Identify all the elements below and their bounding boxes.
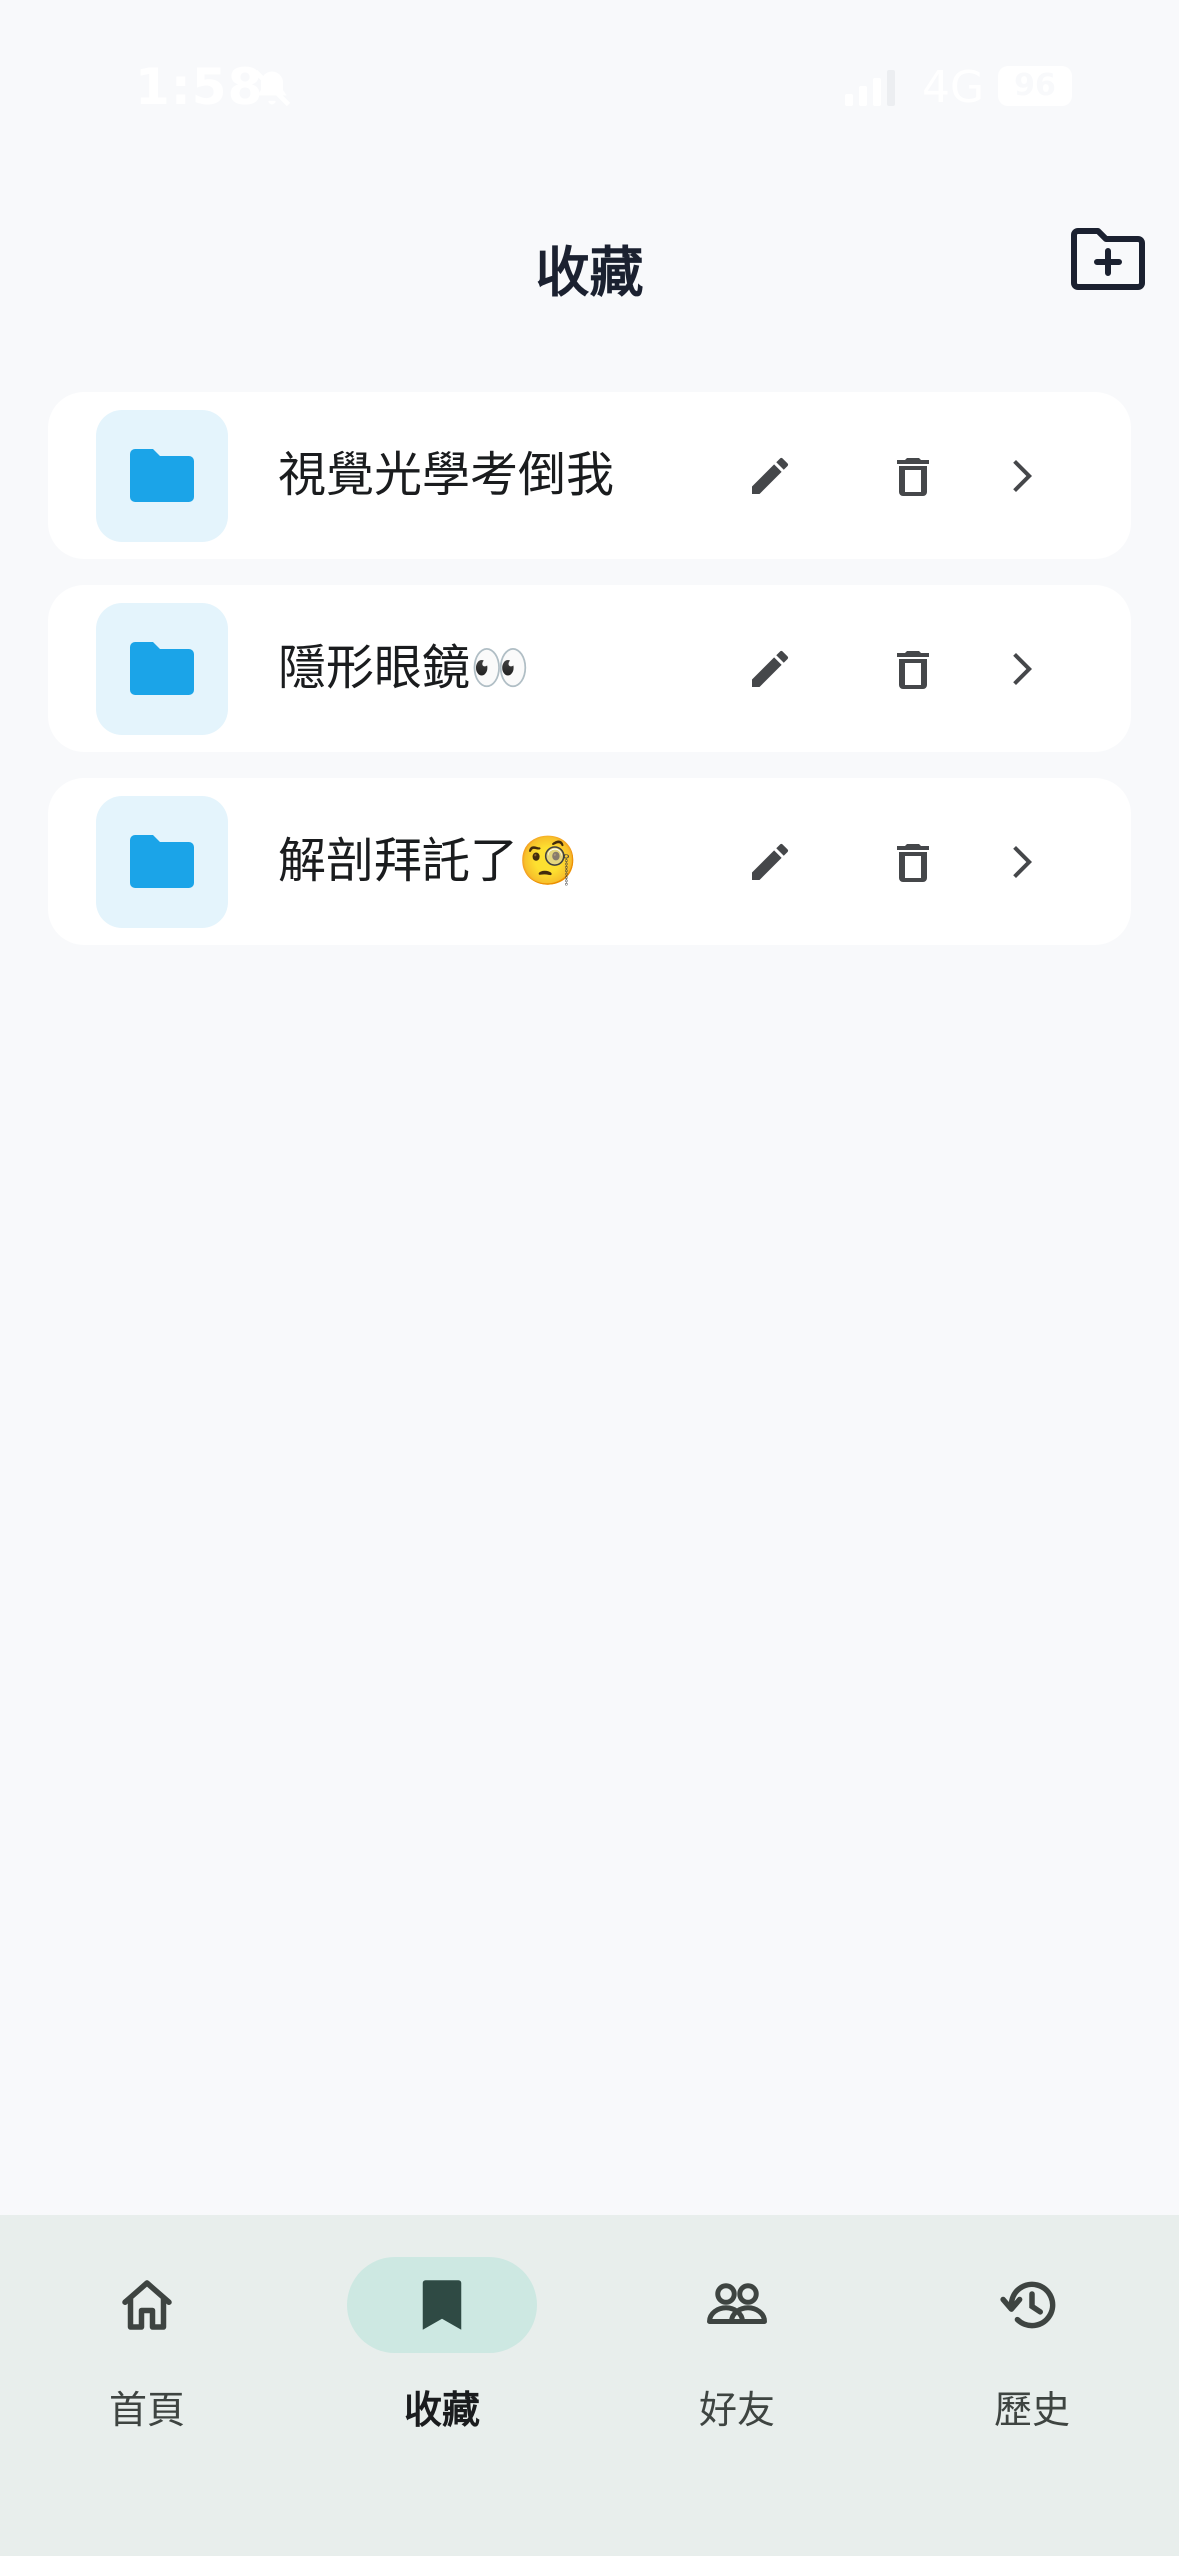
home-icon — [122, 2280, 172, 2330]
history-icon — [1000, 2281, 1056, 2329]
edit-button[interactable] — [728, 627, 812, 711]
nav-icon-container — [937, 2257, 1127, 2353]
friends-icon — [707, 2283, 767, 2324]
delete-button[interactable] — [871, 820, 955, 904]
open-folder-button[interactable] — [978, 627, 1062, 711]
nav-item-history[interactable]: 歷史 — [912, 2257, 1152, 2457]
trash-icon — [897, 458, 929, 496]
open-folder-button[interactable] — [978, 434, 1062, 518]
folder-icon — [130, 642, 194, 695]
folder-list: 視覺光學考倒我 隱形眼鏡👀 解剖拜託了🧐 — [48, 392, 1131, 971]
battery-indicator: 96 — [998, 66, 1072, 106]
folder-name: 解剖拜託了🧐 — [278, 833, 578, 889]
delete-button[interactable] — [871, 627, 955, 711]
folder-thumbnail — [96, 410, 228, 542]
chevron-right-icon — [1013, 653, 1032, 685]
page-title: 收藏 — [535, 241, 644, 304]
folder-thumbnail — [96, 603, 228, 735]
nav-item-favorites[interactable]: 收藏 — [322, 2257, 562, 2457]
chevron-right-icon — [1013, 460, 1032, 492]
nav-icon-container — [347, 2257, 537, 2353]
delete-button[interactable] — [871, 434, 955, 518]
pencil-icon — [752, 650, 789, 687]
nav-item-friends[interactable]: 好友 — [617, 2257, 857, 2457]
nav-icon-container — [642, 2257, 832, 2353]
folder-item[interactable]: 視覺光學考倒我 — [48, 392, 1131, 559]
status-time: 1:58 — [135, 58, 264, 116]
open-folder-button[interactable] — [978, 820, 1062, 904]
nav-label: 收藏 — [403, 2388, 480, 2432]
bookmark-icon — [422, 2280, 462, 2330]
signal-icon — [845, 70, 895, 106]
trash-icon — [897, 651, 929, 689]
chevron-right-icon — [1013, 846, 1032, 878]
folder-item[interactable]: 隱形眼鏡👀 — [48, 585, 1131, 752]
add-folder-button[interactable] — [1068, 225, 1148, 295]
nav-label: 首頁 — [108, 2388, 185, 2432]
edit-button[interactable] — [728, 434, 812, 518]
nav-label: 歷史 — [993, 2388, 1070, 2432]
edit-button[interactable] — [728, 820, 812, 904]
nav-label: 好友 — [698, 2388, 775, 2432]
folder-plus-icon — [1071, 228, 1145, 290]
network-type: 4G — [922, 62, 985, 113]
folder-thumbnail — [96, 796, 228, 928]
status-bar: 1:58 4G 96 — [0, 0, 1179, 150]
folder-name: 隱形眼鏡👀 — [278, 640, 530, 696]
nav-icon-container — [52, 2257, 242, 2353]
folder-item[interactable]: 解剖拜託了🧐 — [48, 778, 1131, 945]
trash-icon — [897, 844, 929, 882]
folder-name: 視覺光學考倒我 — [278, 447, 615, 503]
pencil-icon — [752, 843, 789, 880]
folder-icon — [130, 835, 194, 888]
bottom-navigation: 首頁 收藏 好友 歷史 — [0, 2215, 1179, 2556]
pencil-icon — [752, 457, 789, 494]
bell-slash-icon — [253, 69, 291, 107]
nav-item-home[interactable]: 首頁 — [27, 2257, 267, 2457]
folder-icon — [130, 449, 194, 502]
